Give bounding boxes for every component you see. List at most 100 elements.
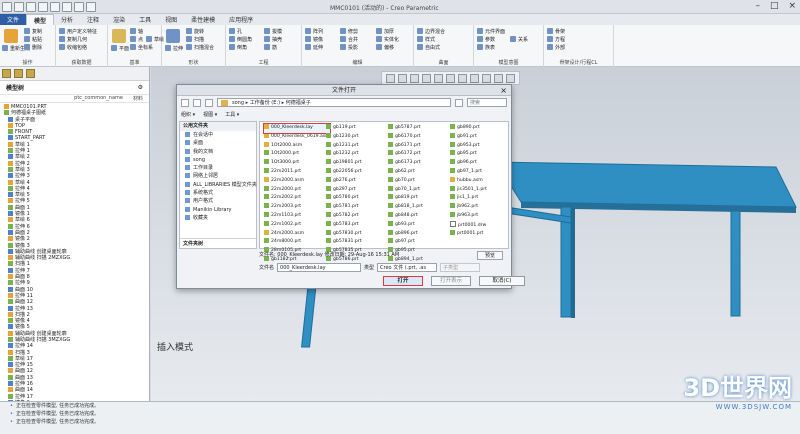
plane-icon[interactable] — [112, 29, 126, 43]
draft-button[interactable]: 拔模 — [264, 28, 282, 35]
nav-item-my-documents[interactable]: 我的文档 — [180, 148, 256, 156]
round-button[interactable]: 倒圆角 — [229, 36, 252, 43]
file-item[interactable]: 24m8000.prt — [264, 238, 330, 247]
file-item[interactable]: 22m2002.prt — [264, 194, 330, 203]
revolve-button[interactable]: 旋转 — [186, 28, 204, 35]
file-item[interactable]: 1Ot3000.prt — [264, 159, 330, 168]
file-item[interactable]: jb963.prt — [450, 212, 487, 221]
file-item[interactable]: gb6170.prt — [388, 133, 423, 142]
point-button[interactable]: 点 — [130, 36, 143, 43]
close-window-icon[interactable]: × — [788, 1, 796, 11]
boundary-blend-button[interactable]: 边界混合 — [417, 28, 445, 35]
extend-button[interactable]: 延伸 — [305, 44, 323, 51]
file-item[interactable]: gb819.prt — [388, 194, 423, 203]
file-item[interactable]: gb1230.prt — [326, 133, 362, 142]
file-item[interactable]: gb5782.prt — [326, 212, 362, 221]
file-item[interactable]: gb953.prt — [450, 142, 487, 151]
delete-button[interactable]: 删除 — [24, 44, 42, 51]
open-representation-button[interactable]: 打开表示 — [431, 276, 471, 286]
forward-icon[interactable] — [193, 98, 201, 107]
file-item[interactable]: gb97_1.prt — [450, 168, 487, 177]
views-menu[interactable]: 视图 ▾ — [203, 111, 217, 118]
trim-button[interactable]: 修剪 — [340, 28, 358, 35]
subtype-select[interactable]: 子类型 — [440, 263, 481, 272]
file-item[interactable]: jis1_1.prt — [450, 194, 487, 203]
file-item[interactable]: gb5783.prt — [326, 221, 362, 230]
component-interface-button[interactable]: 元件界面 — [477, 28, 505, 35]
nav-item-desktop[interactable]: 桌面 — [180, 139, 256, 147]
dialog-close-icon[interactable]: × — [500, 85, 507, 96]
new-icon[interactable] — [2, 2, 12, 12]
file-item[interactable]: gb1231.prt — [326, 142, 362, 151]
file-item[interactable]: gb119.prt — [326, 124, 362, 133]
shrinkwrap-button[interactable]: 收缩包络 — [59, 44, 87, 51]
file-item[interactable]: prt0001.drw — [450, 221, 487, 230]
tab-flexible-modeling[interactable]: 柔性建模 — [184, 14, 222, 25]
window-icon[interactable] — [74, 2, 84, 12]
file-item[interactable]: gb6172.prt — [388, 150, 423, 159]
file-item[interactable]: 22m1103.prt — [264, 212, 330, 221]
thicken-button[interactable]: 加厚 — [376, 28, 394, 35]
file-item[interactable]: gb818_1.prt — [388, 203, 423, 212]
merge-button[interactable]: 合并 — [340, 36, 358, 43]
paste-button[interactable]: 粘贴 — [24, 36, 42, 43]
tab-tools[interactable]: 工具 — [132, 14, 158, 25]
file-item[interactable]: gb890.prt — [450, 124, 487, 133]
file-item[interactable]: gb848.prt — [388, 212, 423, 221]
parameters-button[interactable]: 参数 — [477, 36, 495, 43]
nav-item-manikin-library[interactable]: Manikin Library — [180, 206, 256, 214]
tab-analysis[interactable]: 分析 — [54, 14, 80, 25]
tab-view[interactable]: 视图 — [158, 14, 184, 25]
minimize-icon[interactable]: – — [755, 1, 760, 11]
recent-icon[interactable] — [205, 98, 213, 107]
file-item[interactable]: jb962.prt — [450, 203, 487, 212]
file-item[interactable]: gb297.prt — [326, 186, 362, 195]
file-item[interactable]: gb276.prt — [326, 177, 362, 186]
rib-button[interactable]: 筋 — [264, 44, 277, 51]
nav-item-favorites[interactable]: 收藏夹 — [180, 214, 256, 222]
folder-icon[interactable] — [2, 69, 11, 78]
tree-settings-icon[interactable]: ⚙ — [138, 84, 143, 91]
csys-button[interactable]: 坐标系 — [130, 44, 153, 51]
file-item[interactable]: gb1232.prt — [326, 150, 362, 159]
shell-button[interactable]: 抽壳 — [264, 36, 282, 43]
swept-blend-button[interactable]: 扫描混合 — [186, 44, 214, 51]
file-item[interactable]: 1Ot2000.asm — [264, 142, 330, 151]
file-item[interactable]: jis3501_1.prt — [450, 186, 487, 195]
type-select[interactable]: Creo 文件 (.prt, .as — [377, 263, 438, 272]
refresh-icon[interactable] — [455, 98, 463, 107]
file-item[interactable]: 1Ot2000.prt — [264, 150, 330, 159]
filename-field[interactable]: 000_Kleerdesk.lay — [277, 263, 362, 272]
nav-item-in-session[interactable]: 在会话中 — [180, 131, 256, 139]
settings-icon[interactable] — [26, 69, 35, 78]
extrude-icon[interactable] — [166, 29, 180, 43]
file-item[interactable]: gb97.prt — [388, 238, 423, 247]
file-item[interactable]: gb5787.prt — [388, 124, 423, 133]
open-icon[interactable] — [14, 2, 24, 12]
search-input[interactable]: 搜索 — [467, 98, 507, 107]
file-item[interactable]: prt0001.prt — [450, 230, 487, 239]
file-item[interactable]: gb57831.prt — [326, 238, 362, 247]
udf-button[interactable]: 用户定义特征 — [59, 28, 97, 35]
file-item[interactable]: gb70_1.prt — [388, 186, 423, 195]
file-item[interactable]: 000_Kleerdesk_0619.asm — [264, 133, 330, 142]
file-item[interactable]: gb22056.prt — [326, 168, 362, 177]
file-item[interactable]: gb62.prt — [388, 168, 423, 177]
tab-file[interactable]: 文件 — [0, 14, 27, 25]
plane-button[interactable]: 平面 — [111, 45, 129, 52]
equation-button[interactable]: 方程 — [547, 36, 565, 43]
solidify-button[interactable]: 实体化 — [376, 36, 399, 43]
file-item[interactable]: 22m2000.asm — [264, 177, 330, 186]
address-bar[interactable]: song ▸ 工作备份 (E:) ▸ 何德福桌子 — [217, 98, 451, 107]
nav-item-song[interactable]: song — [180, 156, 256, 164]
close-icon[interactable] — [86, 2, 96, 12]
external-button[interactable]: 外部 — [547, 44, 565, 51]
back-icon[interactable] — [181, 98, 189, 107]
tab-applications[interactable]: 应用程序 — [222, 14, 260, 25]
file-item[interactable]: gb57830.prt — [326, 230, 362, 239]
nav-item-working-directory[interactable]: 工作目录 — [180, 164, 256, 172]
nav-item-all-libraries[interactable]: ALL_LIBRARIES 模型文件夹 — [180, 181, 257, 189]
pattern-button[interactable]: 阵列 — [305, 28, 323, 35]
skeleton-button[interactable]: 骨架 — [547, 28, 565, 35]
family-table-button[interactable]: 族表 — [477, 44, 495, 51]
